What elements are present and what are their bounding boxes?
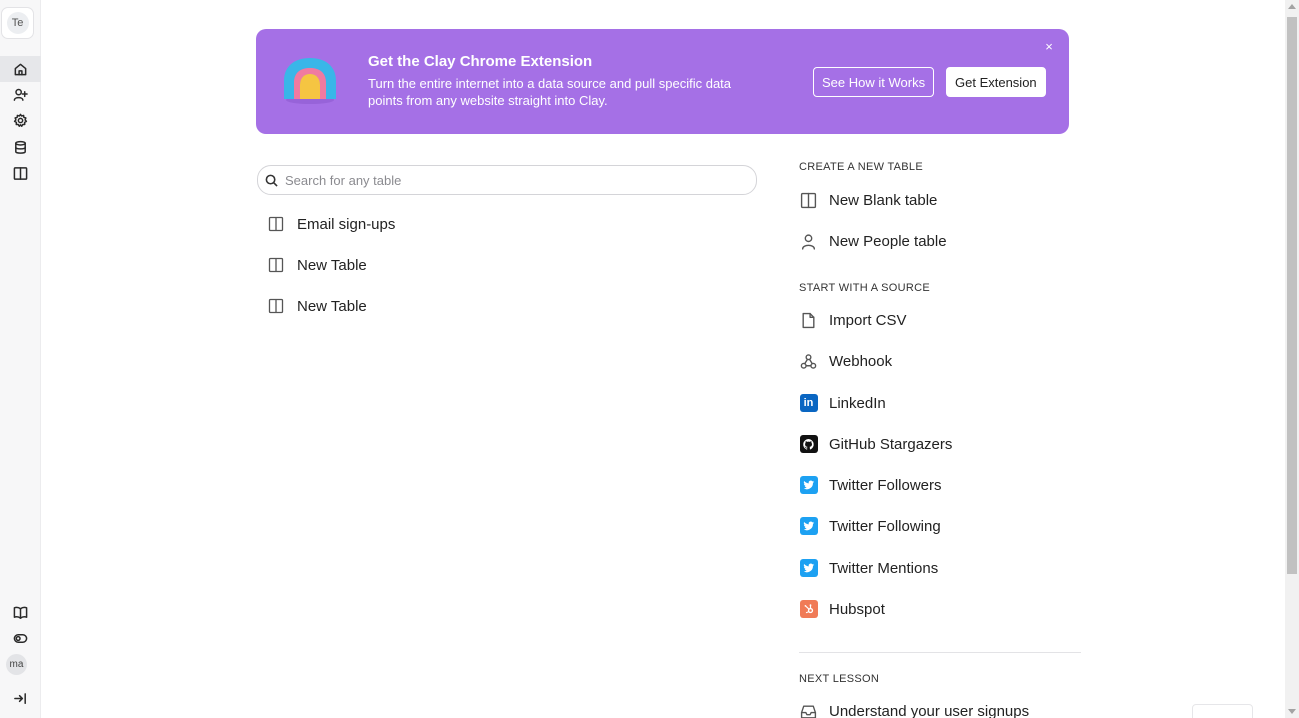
scroll-thumb[interactable] bbox=[1287, 17, 1297, 574]
import-csv-button[interactable]: Import CSV bbox=[799, 308, 907, 332]
hubspot-source-button[interactable]: Hubspot bbox=[799, 597, 885, 621]
close-icon: × bbox=[1045, 38, 1053, 54]
sidebar: Te ma bbox=[0, 0, 41, 718]
table-name: New Table bbox=[297, 256, 367, 274]
toggle-icon bbox=[13, 633, 28, 643]
docs-nav-button[interactable] bbox=[0, 599, 41, 625]
table-icon bbox=[268, 298, 284, 314]
new-people-table-button[interactable]: New People table bbox=[799, 229, 947, 253]
app-window: Te ma Get the Clay Chrome Extension Turn… bbox=[0, 0, 1299, 718]
section-divider bbox=[799, 652, 1081, 653]
table-search bbox=[257, 165, 757, 195]
twitter-icon bbox=[799, 517, 818, 535]
add-user-icon bbox=[13, 88, 28, 101]
search-input[interactable] bbox=[285, 171, 745, 190]
arrow-right-to-line-icon bbox=[14, 692, 26, 704]
table-list-item[interactable]: New Table bbox=[268, 253, 367, 277]
table-icon bbox=[268, 216, 284, 232]
database-nav-button[interactable] bbox=[0, 134, 41, 160]
next-lesson-label: Understand your user signups bbox=[829, 702, 1030, 718]
clay-logo-illustration bbox=[284, 58, 336, 104]
expand-sidebar-button[interactable] bbox=[0, 685, 41, 711]
create-table-heading: CREATE A NEW TABLE bbox=[799, 161, 923, 173]
home-nav-button[interactable] bbox=[0, 56, 41, 82]
import-csv-label: Import CSV bbox=[829, 311, 907, 329]
hubspot-icon bbox=[799, 600, 818, 618]
person-icon bbox=[801, 233, 816, 250]
table-icon bbox=[13, 166, 28, 180]
github-stargazers-label: GitHub Stargazers bbox=[829, 435, 953, 453]
banner-description: Turn the entire internet into a data sou… bbox=[368, 76, 732, 108]
linkedin-source-button[interactable]: in LinkedIn bbox=[799, 391, 886, 415]
feedback-button[interactable] bbox=[1192, 704, 1253, 718]
twitter-following-label: Twitter Following bbox=[829, 517, 941, 535]
close-banner-button[interactable]: × bbox=[1042, 38, 1056, 54]
webhook-icon bbox=[800, 353, 817, 369]
workspace-avatar: Te bbox=[6, 12, 29, 34]
user-avatar[interactable]: ma bbox=[6, 654, 27, 675]
linkedin-icon: in bbox=[799, 394, 818, 412]
twitter-followers-button[interactable]: Twitter Followers bbox=[799, 473, 942, 497]
twitter-icon bbox=[799, 476, 818, 494]
credits-nav-button[interactable] bbox=[0, 625, 41, 651]
table-list-item[interactable]: New Table bbox=[268, 294, 367, 318]
webhook-button[interactable]: Webhook bbox=[799, 349, 892, 373]
hubspot-label: Hubspot bbox=[829, 600, 885, 618]
new-people-table-label: New People table bbox=[829, 232, 947, 250]
twitter-followers-label: Twitter Followers bbox=[829, 476, 942, 494]
twitter-mentions-button[interactable]: Twitter Mentions bbox=[799, 556, 938, 580]
see-how-it-works-button[interactable]: See How it Works bbox=[813, 67, 935, 97]
scroll-down-arrow-icon[interactable] bbox=[1288, 709, 1296, 714]
workspace-switcher[interactable]: Te bbox=[1, 7, 34, 39]
twitter-icon bbox=[799, 559, 818, 577]
people-nav-button[interactable] bbox=[0, 81, 41, 107]
settings-nav-button[interactable] bbox=[0, 107, 41, 133]
new-blank-table-button[interactable]: New Blank table bbox=[799, 188, 937, 212]
next-lesson-link[interactable]: Understand your user signups bbox=[799, 699, 1029, 718]
new-blank-table-label: New Blank table bbox=[829, 191, 938, 209]
table-icon bbox=[268, 257, 284, 273]
github-icon bbox=[799, 435, 818, 453]
source-heading: START WITH A SOURCE bbox=[799, 282, 930, 294]
inbox-icon bbox=[800, 704, 817, 718]
page-scrollbar[interactable] bbox=[1285, 0, 1299, 718]
linkedin-label: LinkedIn bbox=[829, 394, 886, 412]
table-icon bbox=[800, 192, 817, 208]
search-icon bbox=[265, 174, 278, 187]
banner-title: Get the Clay Chrome Extension bbox=[368, 53, 593, 70]
scroll-up-arrow-icon[interactable] bbox=[1288, 4, 1296, 9]
get-extension-button[interactable]: Get Extension bbox=[946, 67, 1046, 97]
gear-icon bbox=[13, 113, 28, 127]
twitter-mentions-label: Twitter Mentions bbox=[829, 559, 939, 577]
table-list-item[interactable]: Email sign-ups bbox=[268, 212, 395, 236]
chrome-extension-banner: Get the Clay Chrome Extension Turn the e… bbox=[256, 29, 1069, 134]
home-icon bbox=[14, 63, 27, 75]
twitter-following-button[interactable]: Twitter Following bbox=[799, 514, 941, 538]
webhook-label: Webhook bbox=[829, 352, 893, 370]
database-icon bbox=[15, 140, 26, 154]
next-lesson-heading: NEXT LESSON bbox=[799, 673, 880, 685]
book-open-icon bbox=[13, 606, 28, 619]
github-stargazers-button[interactable]: GitHub Stargazers bbox=[799, 432, 952, 456]
file-icon bbox=[802, 312, 815, 328]
tables-nav-button[interactable] bbox=[0, 160, 41, 186]
table-name: New Table bbox=[297, 297, 367, 315]
table-name: Email sign-ups bbox=[297, 215, 396, 233]
